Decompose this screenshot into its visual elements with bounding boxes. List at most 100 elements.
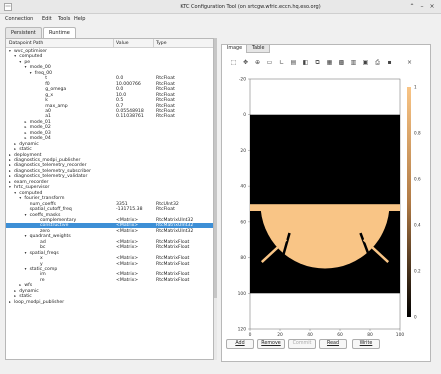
menu-connection[interactable]: Connection [5,16,33,22]
tree-row[interactable]: bc <Matrix> RtcMatrixFloat [6,245,213,250]
tree-row[interactable]: ▾ quadrant_weights [6,234,213,239]
tab-image[interactable]: Image [221,44,249,53]
expand-arrow-icon[interactable]: ▸ [25,136,27,141]
remove-button[interactable]: Remove [257,339,285,349]
tree-row[interactable]: ▸ diagnostics_telemetry_validator [6,174,213,179]
expand-arrow-icon[interactable]: ▸ [9,174,11,179]
tree-row[interactable]: re <Matrix> RtcMatrixFloat [6,278,213,283]
tree-row[interactable]: ▾ coeffs_masks [6,213,213,218]
tree-row[interactable]: ▸ mode_04 [6,136,213,141]
grid-icon[interactable]: ▩ [337,58,346,67]
chart-icon[interactable]: ▥ [349,58,358,67]
expand-arrow-icon[interactable]: ▸ [25,120,27,125]
zoom-box-icon[interactable]: ▭ [265,58,274,67]
tree-row[interactable]: ▾ freq_00 [6,71,213,76]
collapse-arrow-icon[interactable]: ▾ [25,251,27,256]
expand-arrow-icon[interactable]: ▸ [9,158,11,163]
tree-row[interactable]: f0 10.000766 RtcFloat [6,82,213,87]
collapse-arrow-icon[interactable]: ▾ [19,60,21,65]
tree-row[interactable]: k 0.5 RtcFloat [6,98,213,103]
tree-row[interactable]: ▾ computed [6,54,213,59]
minimize-icon[interactable]: ⌃ [408,3,416,10]
tree-row[interactable]: constructive <Matrix> RtcMatrixUInt32 [6,223,213,229]
axes-icon[interactable]: ∟ [277,58,286,67]
tree-row[interactable]: ▸ static [6,294,213,299]
read-button[interactable]: Read [319,339,347,349]
tree-row[interactable]: ▸ dynamic [6,142,213,147]
colormap-icon[interactable]: ◧ [301,58,310,67]
tree-row[interactable]: ▾ hrtc_supervisor [6,185,213,190]
tree-row[interactable]: ▸ static [6,147,213,152]
collapse-arrow-icon[interactable]: ▾ [9,185,11,190]
menu-tools[interactable]: Tools [58,16,70,22]
tree-row[interactable]: t 0.0 RtcFloat [6,76,213,81]
menu-edit[interactable]: Edit [42,16,52,22]
print-icon[interactable]: ⎙ [373,58,382,67]
colorbar-icon[interactable]: ▤ [289,58,298,67]
tree-row[interactable]: ▾ fourier_transform [6,196,213,201]
expand-arrow-icon[interactable]: ▸ [14,289,16,294]
tree-row[interactable]: ▸ mode_02 [6,125,213,130]
collapse-arrow-icon[interactable]: ▾ [9,49,11,54]
tree-row[interactable]: g_x 10.0 RtcFloat [6,93,213,98]
heatmap-plot[interactable]: 0 20 40 60 80 100-2002040608010012010.80.60.4… [230,73,424,343]
tree-row[interactable]: im <Matrix> RtcMatrixFloat [6,272,213,277]
tree-row[interactable]: a1 0.11038761 RtcFloat [6,114,213,119]
tree-row[interactable]: ▾ spatial_freqs [6,251,213,256]
collapse-arrow-icon[interactable]: ▾ [14,191,16,196]
copy-icon[interactable]: ⧉ [313,58,322,67]
expand-arrow-icon[interactable]: ▸ [9,300,11,305]
expand-arrow-icon[interactable]: ▸ [14,142,16,147]
add-button[interactable]: Add [226,339,254,349]
collapse-arrow-icon[interactable]: ▾ [14,54,16,59]
collapse-arrow-icon[interactable]: ▾ [25,213,27,218]
tree-row[interactable]: spatial_cutoff_freq -131715.38 RtcFloat [6,207,213,212]
tree-row[interactable]: ▸ diagnostics_telemetry_recorder [6,163,213,168]
tree-row[interactable]: x <Matrix> RtcMatrixFloat [6,256,213,261]
save-icon[interactable]: ▦ [325,58,334,67]
collapse-arrow-icon[interactable]: ▾ [25,65,27,70]
expand-arrow-icon[interactable]: ▸ [9,180,11,185]
tree-row[interactable]: y <Matrix> RtcMatrixFloat [6,262,213,267]
tree-row[interactable]: ▸ wfs [6,283,213,288]
tree-row[interactable]: ▸ dynamic [6,289,213,294]
column-header-path[interactable]: Datapoint Path [9,41,43,46]
tree-scrollbar[interactable] [214,38,217,360]
datapoint-tree[interactable]: Datapoint Path Value Type ▾ wvc_optimiser… [5,38,214,360]
expand-arrow-icon[interactable]: ▸ [25,131,27,136]
tree-row[interactable]: ▸ deployment [6,153,213,158]
collapse-arrow-icon[interactable]: ▾ [25,267,27,272]
column-header-value[interactable]: Value [116,41,129,46]
close-icon[interactable]: × [428,3,436,10]
expand-arrow-icon[interactable]: ▸ [14,147,16,152]
zoom-icon[interactable]: ⊕ [253,58,262,67]
expand-arrow-icon[interactable]: ▸ [9,153,11,158]
tree-scrollbar-thumb[interactable] [214,38,217,298]
expand-arrow-icon[interactable]: ▸ [9,163,11,168]
tree-row[interactable]: a0 0.05548918 RtcFloat [6,109,213,114]
tab-runtime[interactable]: Runtime [43,27,76,38]
tree-row[interactable]: g_omega 0.0 RtcFloat [6,87,213,92]
close-icon[interactable]: × [405,58,414,67]
tree-row[interactable]: ▸ loop_modpi_publisher [6,300,213,305]
menu-help[interactable]: Help [74,16,85,22]
commit-button[interactable]: Commit [288,339,316,349]
pan-icon[interactable]: ✥ [241,58,250,67]
expand-arrow-icon[interactable]: ▸ [14,294,16,299]
collapse-arrow-icon[interactable]: ▾ [30,71,32,76]
tree-row[interactable]: num_coeffs 3351 RtcUInt32 [6,202,213,207]
pointer-icon[interactable]: ⬚ [229,58,238,67]
tree-row[interactable]: ▾ mode_00 [6,65,213,70]
expand-arrow-icon[interactable]: ▸ [9,169,11,174]
tree-row[interactable]: max_amp 0.7 RtcFloat [6,104,213,109]
collapse-arrow-icon[interactable]: ▾ [25,234,27,239]
tab-persistent[interactable]: Persistent [5,27,42,38]
settings-icon[interactable]: ▣ [361,58,370,67]
write-button[interactable]: Write [352,339,380,349]
maximize-icon[interactable]: – [418,3,426,10]
expand-arrow-icon[interactable]: ▸ [25,125,27,130]
camera-icon[interactable]: ▪ [385,58,394,67]
expand-arrow-icon[interactable]: ▸ [19,283,21,288]
tab-table[interactable]: Table [246,44,271,53]
collapse-arrow-icon[interactable]: ▾ [19,196,21,201]
